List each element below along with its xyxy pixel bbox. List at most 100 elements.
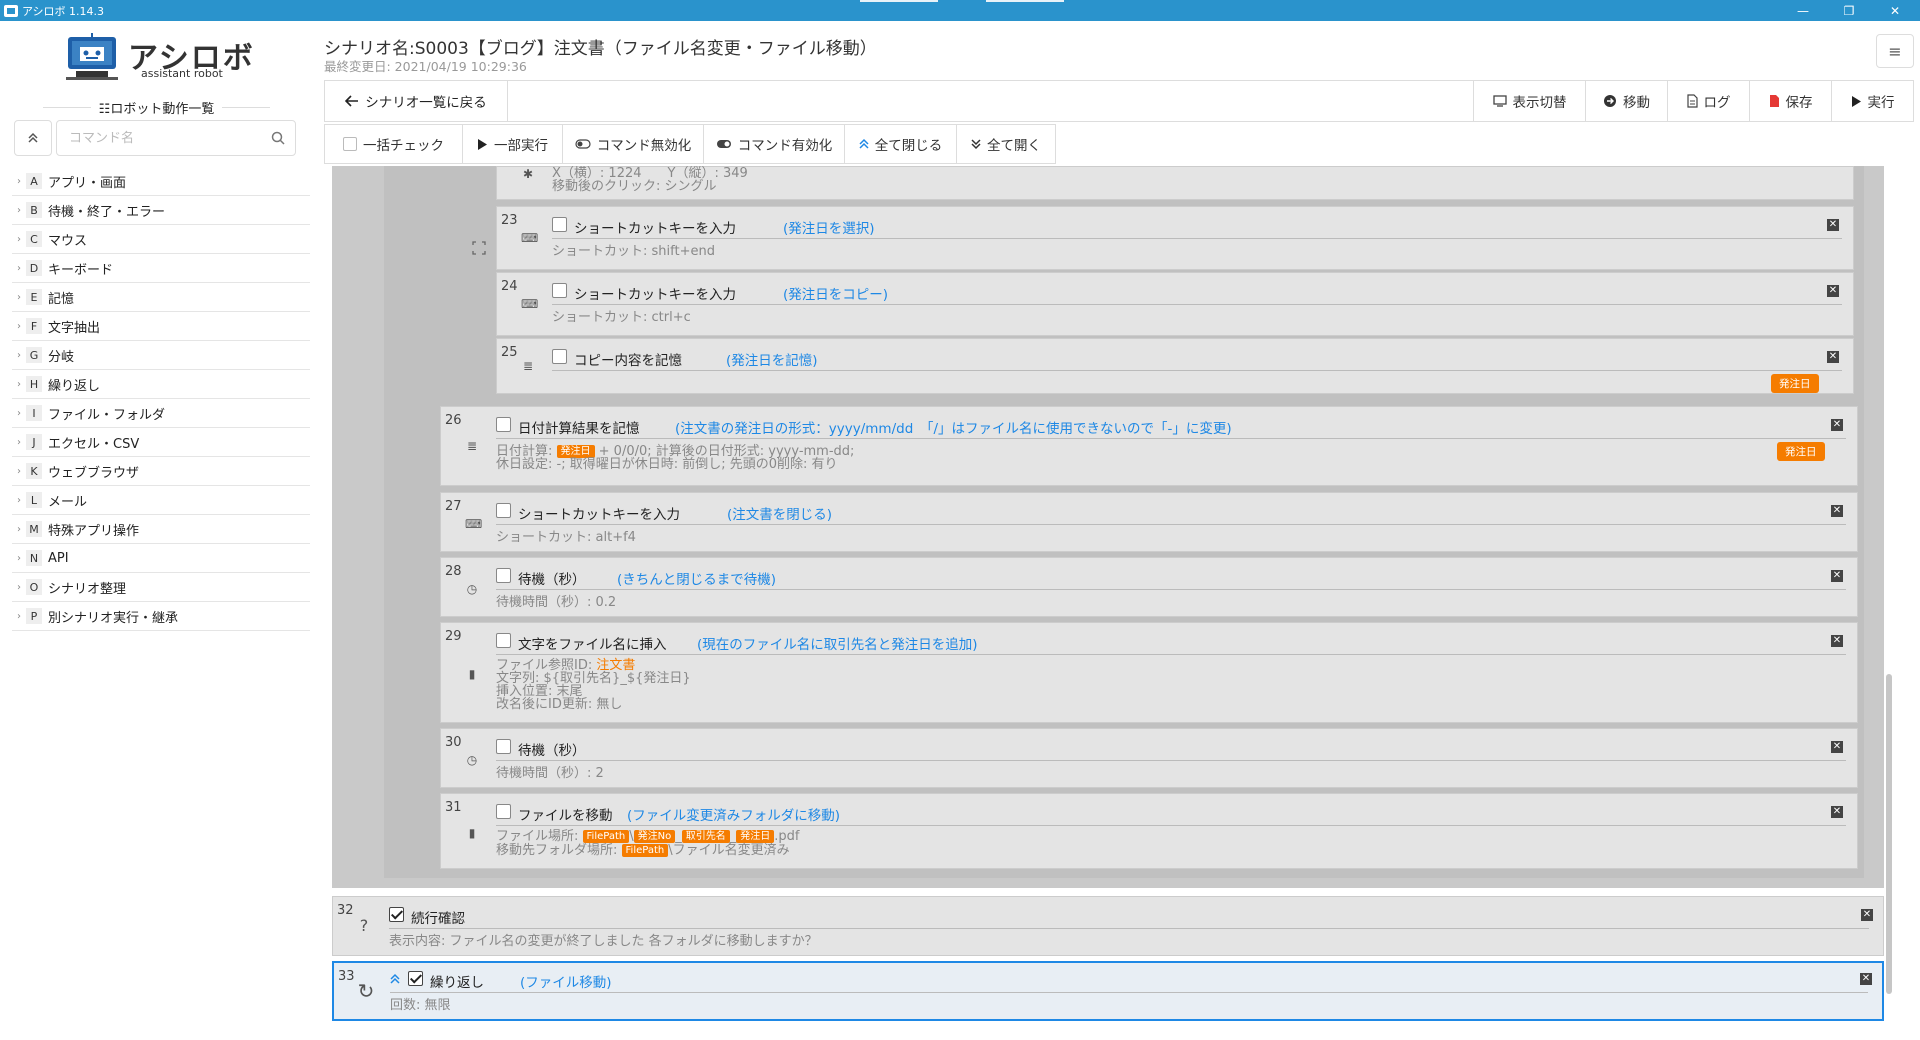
category-item-o[interactable]: › O シナリオ整理 [12, 573, 310, 602]
command-checkbox[interactable] [496, 417, 511, 432]
command-item-29[interactable]: 29 ▮ 文字をファイル名に挿入 (現在のファイル名に取引先名と発注日を追加) … [440, 622, 1858, 723]
command-item-30[interactable]: 30 ◷ 待機（秒） ✕ 待機時間（秒）: 2 [440, 728, 1858, 788]
chevron-right-icon: › [17, 291, 21, 303]
arrow-left-icon [345, 95, 359, 107]
delete-command-icon[interactable]: ✕ [1831, 635, 1843, 647]
toggle-on-icon [716, 140, 731, 148]
category-item-l[interactable]: › L メール [12, 486, 310, 515]
variable-badge: 発注日 [1771, 374, 1819, 393]
search-icon[interactable] [271, 131, 285, 145]
chevron-up-double-icon[interactable] [390, 973, 400, 985]
command-item-31[interactable]: 31 ▮ ファイルを移動 (ファイル変更済みフォルダに移動) ✕ ファイル場所:… [440, 793, 1858, 869]
save-button[interactable]: 保存 [1749, 81, 1831, 121]
monitor-icon [1492, 95, 1507, 107]
delete-command-icon[interactable]: ✕ [1831, 570, 1843, 582]
log-button[interactable]: ログ [1667, 81, 1749, 121]
command-checkbox[interactable] [552, 349, 567, 364]
command-checkbox[interactable] [552, 283, 567, 298]
question-icon: ? [359, 916, 369, 935]
partial-run-button[interactable]: 一部実行 [463, 125, 563, 163]
delete-command-icon[interactable]: ✕ [1831, 806, 1843, 818]
command-search-box[interactable] [56, 120, 296, 156]
category-item-c[interactable]: › C マウス [12, 225, 310, 254]
repeat-icon: ↻ [357, 979, 375, 1003]
category-item-f[interactable]: › F 文字抽出 [12, 312, 310, 341]
database-icon: ≣ [522, 359, 534, 373]
category-item-h[interactable]: › H 繰り返し [12, 370, 310, 399]
expand-all-button[interactable]: 全て開く [957, 125, 1055, 163]
keyboard-icon: ⌨ [465, 517, 483, 531]
category-item-i[interactable]: › I ファイル・フォルダ [12, 399, 310, 428]
category-item-k[interactable]: › K ウェブブラウザ [12, 457, 310, 486]
disable-command-button[interactable]: コマンド無効化 [563, 125, 704, 163]
category-item-p[interactable]: › P 別シナリオ実行・継承 [12, 602, 310, 631]
command-checkbox[interactable] [496, 804, 511, 819]
delete-command-icon[interactable]: ✕ [1831, 505, 1843, 517]
command-item-23[interactable]: 23 ⌨ ショートカットキーを入力 (発注日を選択) ✕ ショートカット: sh… [496, 206, 1854, 270]
collapse-all-categories-button[interactable] [14, 120, 52, 156]
category-item-m[interactable]: › M 特殊アプリ操作 [12, 515, 310, 544]
delete-command-icon[interactable]: ✕ [1831, 741, 1843, 753]
command-checkbox[interactable] [496, 633, 511, 648]
chevron-right-icon: › [17, 262, 21, 274]
collapse-all-button[interactable]: 全て閉じる [845, 125, 957, 163]
category-item-d[interactable]: › D キーボード [12, 254, 310, 283]
chevron-right-icon: › [17, 407, 21, 419]
close-window-button[interactable]: ✕ [1872, 0, 1918, 21]
command-item-27[interactable]: 27 ⌨ ショートカットキーを入力 (注文書を閉じる) ✕ ショートカット: a… [440, 492, 1858, 552]
file-icon: ▮ [468, 667, 476, 681]
expand-icon[interactable] [472, 241, 486, 255]
delete-command-icon[interactable]: ✕ [1861, 909, 1873, 921]
keyboard-icon: ⌨ [521, 297, 539, 311]
document-icon [1686, 94, 1698, 108]
back-to-scenario-list-button[interactable]: シナリオ一覧に戻る [325, 81, 508, 121]
enable-command-button[interactable]: コマンド有効化 [704, 125, 845, 163]
sidebar: アシロボ assistant robot ☷ロボット動作一覧 ›Aアプリ・画面 … [0, 21, 312, 1040]
chevron-right-icon: › [17, 175, 21, 187]
chevron-right-icon: › [17, 436, 21, 448]
delete-command-icon[interactable]: ✕ [1831, 419, 1843, 431]
category-item-e[interactable]: › E 記憶 [12, 283, 310, 312]
command-item-33[interactable]: 33 ↻ 繰り返し (ファイル移動) ✕ 回数: 無限 [332, 961, 1884, 1021]
command-checkbox[interactable] [552, 217, 567, 232]
delete-command-icon[interactable]: ✕ [1827, 219, 1839, 231]
hamburger-menu-button[interactable]: ≡ [1876, 34, 1914, 68]
run-button[interactable]: 実行 [1831, 81, 1913, 121]
chevron-right-icon: › [17, 204, 21, 216]
minimize-button[interactable]: — [1780, 0, 1826, 21]
variable-badge: 取引先名 [681, 830, 730, 843]
move-button[interactable]: 移動 [1585, 81, 1667, 121]
variable-badge: 発注No [633, 830, 676, 843]
view-toggle-button[interactable]: 表示切替 [1473, 81, 1585, 121]
category-item-g[interactable]: › G 分岐 [12, 341, 310, 370]
command-item-25[interactable]: 25 ≣ コピー内容を記憶 (発注日を記憶) ✕ 発注日 [496, 338, 1854, 394]
command-item-22[interactable]: ✱ X（横）: 1224 Y（縦）: 349 移動後のクリック: シングル [496, 166, 1854, 200]
command-item-26[interactable]: 26 ≣ 日付計算結果を記憶 (注文書の発注日の形式：yyyy/mm/dd 「/… [440, 406, 1858, 486]
category-item-a[interactable]: › A アプリ・画面 [12, 167, 310, 196]
command-checkbox[interactable] [496, 503, 511, 518]
delete-command-icon[interactable]: ✕ [1860, 973, 1872, 985]
database-icon: ≣ [466, 439, 478, 453]
maximize-button[interactable]: ❐ [1826, 0, 1872, 21]
command-item-24[interactable]: 24 ⌨ ショートカットキーを入力 (発注日をコピー) ✕ ショートカット: c… [496, 272, 1854, 336]
category-item-n[interactable]: › N API [12, 544, 310, 573]
command-checkbox[interactable] [389, 907, 404, 922]
command-item-32[interactable]: 32 ? 続行確認 ✕ 表示内容: ファイル名の変更が終了しました 各フォルダに… [332, 896, 1884, 956]
delete-command-icon[interactable]: ✕ [1827, 285, 1839, 297]
command-search-input[interactable] [57, 121, 257, 155]
check-all-button[interactable]: 一括チェック [325, 125, 463, 163]
play-icon [1851, 95, 1861, 107]
main-toolbar: シナリオ一覧に戻る 表示切替 移動 ログ 保存 実行 [324, 80, 1914, 122]
command-checkbox[interactable] [496, 568, 511, 583]
play-icon [478, 138, 487, 150]
command-checkbox[interactable] [408, 971, 423, 986]
category-item-b[interactable]: › B 待機・終了・エラー [12, 196, 310, 225]
scenario-editor: ✱ X（横）: 1224 Y（縦）: 349 移動後のクリック: シングル 23… [332, 166, 1892, 1040]
category-item-j[interactable]: › J エクセル・CSV [12, 428, 310, 457]
command-item-28[interactable]: 28 ◷ 待機（秒） (きちんと閉じるまで待機) ✕ 待機時間（秒）: 0.2 [440, 557, 1858, 617]
command-checkbox[interactable] [496, 739, 511, 754]
vertical-scrollbar[interactable] [1886, 674, 1892, 994]
chevron-right-icon: › [17, 320, 21, 332]
delete-command-icon[interactable]: ✕ [1827, 351, 1839, 363]
variable-badge: 発注日 [1777, 442, 1825, 461]
